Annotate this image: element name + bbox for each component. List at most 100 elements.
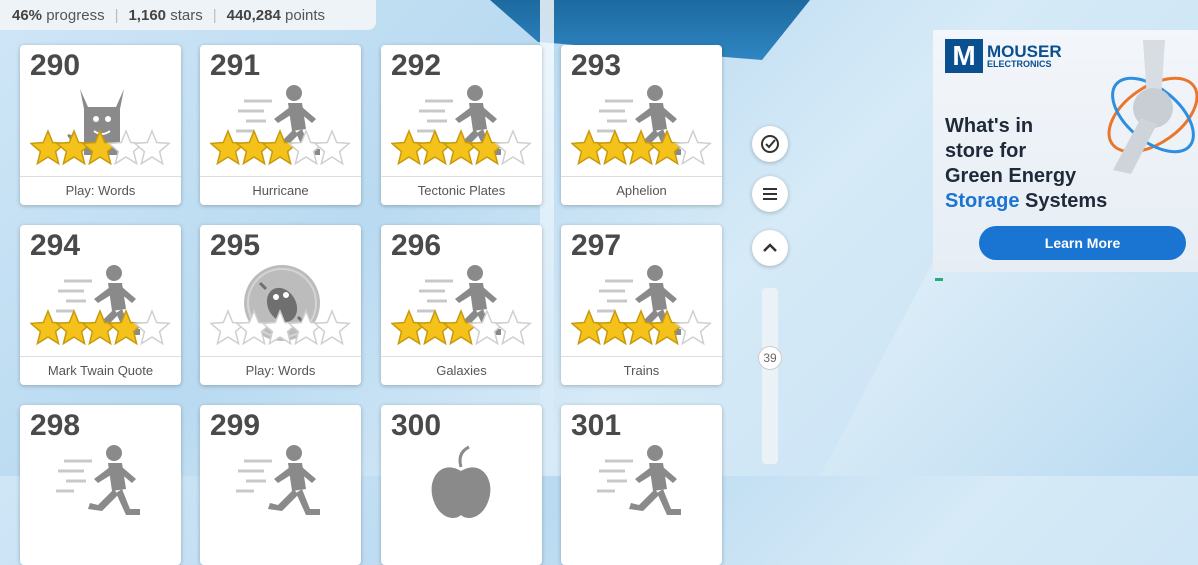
level-card[interactable]: 292 Tectonic Plates xyxy=(381,45,542,205)
star-filled xyxy=(570,309,608,346)
level-number: 292 xyxy=(391,49,442,82)
level-card[interactable]: 300 xyxy=(381,405,542,565)
star-filled xyxy=(596,129,634,166)
star-rating xyxy=(390,305,536,351)
star-filled xyxy=(29,129,67,166)
progress-summary: 46% progress | 1,160 stars | 440,284 poi… xyxy=(0,0,376,30)
ad-headline-line: Storage Systems xyxy=(945,189,1145,214)
level-name: Mark Twain Quote xyxy=(20,356,181,385)
star-filled xyxy=(622,309,660,346)
level-number: 300 xyxy=(391,409,442,442)
divider: | xyxy=(114,6,119,24)
level-number: 295 xyxy=(210,229,261,262)
stars-graphic xyxy=(29,309,171,346)
level-number: 291 xyxy=(210,49,261,82)
level-scrollbar[interactable] xyxy=(762,288,778,464)
ad-headline: What's in store for Green Energy Storage… xyxy=(945,114,1145,214)
level-number: 298 xyxy=(30,409,81,442)
star-filled xyxy=(390,129,428,166)
level-number: 290 xyxy=(30,49,81,82)
scroll-up-button[interactable] xyxy=(752,230,788,266)
star-filled xyxy=(648,309,686,346)
brand-name: MOUSER xyxy=(987,42,1062,61)
level-card[interactable]: 290 Play: Words xyxy=(20,45,181,205)
stars-graphic xyxy=(209,309,351,346)
star-filled xyxy=(442,129,480,166)
star-empty xyxy=(261,309,299,346)
star-rating xyxy=(29,305,175,351)
level-name: Aphelion xyxy=(561,176,722,205)
star-rating xyxy=(209,305,355,351)
advertisement[interactable]: M MOUSER ELECTRONICS What's in store for… xyxy=(933,30,1198,272)
star-empty xyxy=(287,129,325,166)
star-empty xyxy=(674,309,712,346)
background-shape xyxy=(820,260,1198,476)
star-filled xyxy=(416,129,454,166)
star-empty xyxy=(209,309,247,346)
level-card[interactable]: 297 Trains xyxy=(561,225,722,385)
star-filled xyxy=(235,129,273,166)
menu-icon xyxy=(763,188,777,200)
completed-filter-button[interactable] xyxy=(752,126,788,162)
star-filled xyxy=(209,129,247,166)
scroll-position-thumb[interactable]: 39 xyxy=(758,346,782,370)
star-empty xyxy=(107,129,145,166)
star-filled xyxy=(468,129,506,166)
star-filled xyxy=(416,309,454,346)
stars-graphic xyxy=(209,129,351,166)
ad-headline-rest: Systems xyxy=(1019,190,1108,212)
stars-value: 1,160 xyxy=(128,6,167,24)
level-number: 294 xyxy=(30,229,81,262)
runner-icon xyxy=(230,439,330,529)
stars-graphic xyxy=(570,309,712,346)
check-circle-icon xyxy=(761,135,779,153)
progress-label: progress xyxy=(46,6,105,24)
level-name: Galaxies xyxy=(381,356,542,385)
level-name: Trains xyxy=(561,356,722,385)
star-filled xyxy=(29,309,67,346)
level-card[interactable]: 299 xyxy=(200,405,361,565)
level-card[interactable]: 294 Mark Twain Quote xyxy=(20,225,181,385)
level-number: 301 xyxy=(571,409,622,442)
star-filled xyxy=(55,129,93,166)
level-name: Tectonic Plates xyxy=(381,176,542,205)
level-card[interactable]: 291 Hurricane xyxy=(200,45,361,205)
star-filled xyxy=(81,309,119,346)
menu-button[interactable] xyxy=(752,176,788,212)
level-card[interactable]: 295 Play: Words xyxy=(200,225,361,385)
level-card[interactable]: 293 Aphelion xyxy=(561,45,722,205)
level-card[interactable]: 301 xyxy=(561,405,722,565)
points-label: points xyxy=(285,6,326,24)
star-filled xyxy=(390,309,428,346)
brand-subtitle: ELECTRONICS xyxy=(987,59,1052,69)
level-number: 293 xyxy=(571,49,622,82)
star-rating xyxy=(570,305,716,351)
mouser-logo-mark: M xyxy=(945,39,983,73)
star-empty xyxy=(133,309,171,346)
level-card[interactable]: 298 xyxy=(20,405,181,565)
star-rating xyxy=(390,125,536,171)
level-name: Play: Words xyxy=(200,356,361,385)
chevron-up-icon xyxy=(763,243,777,252)
star-filled xyxy=(107,309,145,346)
star-rating xyxy=(209,125,355,171)
star-empty xyxy=(468,309,506,346)
star-filled xyxy=(596,309,634,346)
learn-more-button[interactable]: Learn More xyxy=(979,226,1186,260)
star-empty xyxy=(494,309,532,346)
runner-icon xyxy=(50,439,150,529)
star-empty xyxy=(313,129,351,166)
star-filled xyxy=(55,309,93,346)
star-empty xyxy=(287,309,325,346)
star-rating xyxy=(570,125,716,171)
star-filled xyxy=(622,129,660,166)
star-empty xyxy=(494,129,532,166)
star-empty xyxy=(313,309,351,346)
level-number: 299 xyxy=(210,409,261,442)
star-filled xyxy=(648,129,686,166)
mouser-logo: M MOUSER ELECTRONICS xyxy=(945,39,1062,73)
star-filled xyxy=(81,129,119,166)
level-card[interactable]: 296 Galaxies xyxy=(381,225,542,385)
level-name: Play: Words xyxy=(20,176,181,205)
stars-graphic xyxy=(390,309,532,346)
